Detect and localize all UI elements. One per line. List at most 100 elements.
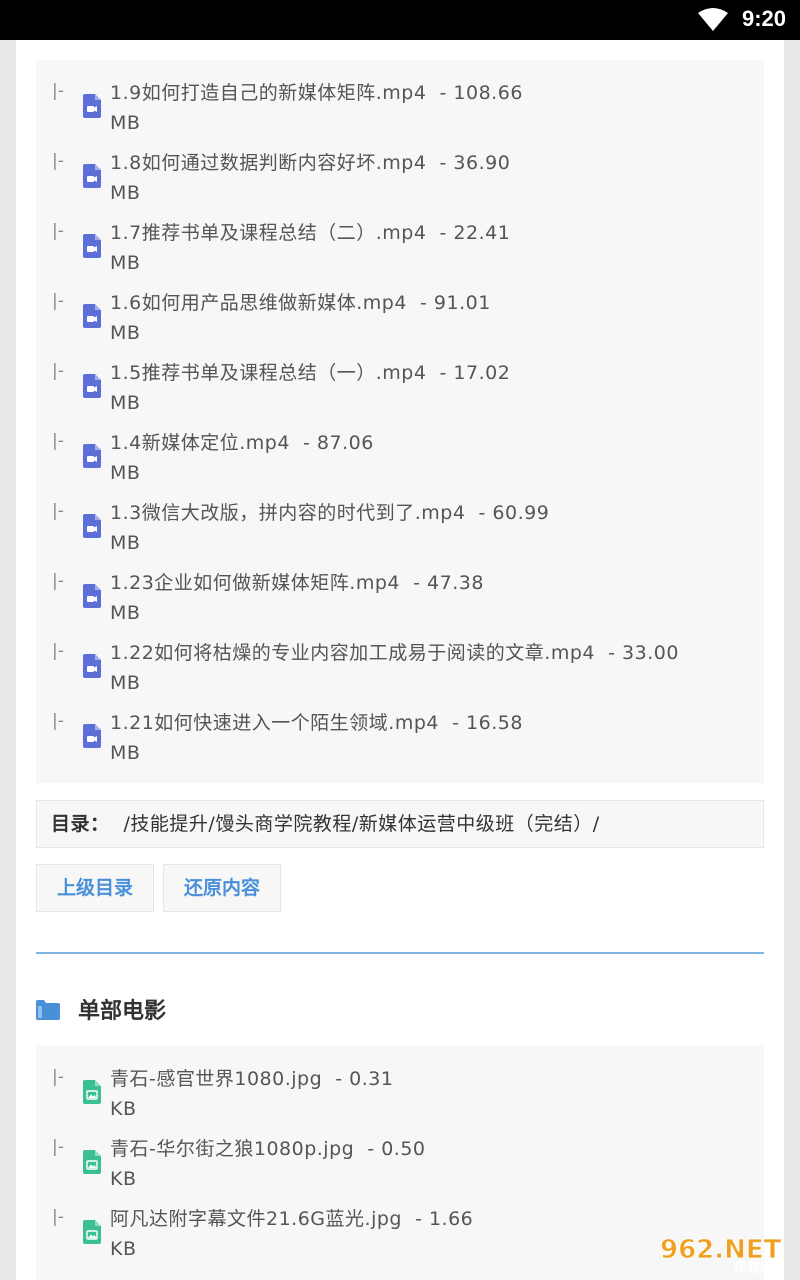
path-value: /技能提升/馒头商学院教程/新媒体运营中级班（完结）/	[123, 813, 600, 835]
file-name-link[interactable]: 青石-感官世界1080.jpg - 0.31 KB	[110, 1064, 750, 1124]
image-file-icon	[82, 1080, 102, 1104]
file-size: 36.90	[453, 152, 511, 174]
file-row[interactable]: |- 1.7推荐书单及课程总结（二）.mp4 - 22.41 MB	[36, 200, 764, 274]
file-name-link[interactable]: 1.6如何用产品思维做新媒体.mp4 - 91.01 MB	[110, 288, 750, 348]
file-name[interactable]: 1.9如何打造自己的新媒体矩阵.mp4	[110, 82, 426, 104]
tree-prefix: |-	[52, 291, 64, 311]
file-size-unit: MB	[110, 742, 141, 764]
file-size: 60.99	[492, 502, 550, 524]
image-file-icon	[82, 1150, 102, 1174]
file-row[interactable]: |- 1.6如何用产品思维做新媒体.mp4 - 91.01 MB	[36, 270, 764, 344]
file-name-link[interactable]: 1.22如何将枯燥的专业内容加工成易于阅读的文章.mp4 - 33.00 MB	[110, 638, 750, 698]
file-size: 47.38	[427, 572, 484, 594]
file-size: 87.06	[316, 432, 374, 454]
file-size: 0.31	[349, 1068, 394, 1090]
section-title: 单部电影	[78, 999, 167, 1024]
file-name[interactable]: 青石-华尔街之狼1080p.jpg	[110, 1138, 354, 1160]
file-row[interactable]: |- 1.21如何快速进入一个陌生领域.mp4 - 16.58 MB	[36, 690, 764, 764]
size-separator: -	[413, 572, 421, 594]
folder-icon	[36, 1000, 60, 1020]
file-row[interactable]: |- 1.23企业如何做新媒体矩阵.mp4 - 47.38 MB	[36, 550, 764, 624]
file-row[interactable]: |- 青石-华尔街之狼1080p.jpg - 0.50 KB	[36, 1116, 764, 1190]
tree-prefix: |-	[52, 1207, 64, 1227]
file-name-link[interactable]: 1.4新媒体定位.mp4 - 87.06 MB	[110, 428, 750, 488]
size-separator: -	[420, 292, 428, 314]
file-size: 0.50	[381, 1138, 426, 1160]
file-name[interactable]: 青石-感官世界1080.jpg	[110, 1068, 322, 1090]
size-separator: -	[367, 1138, 375, 1160]
video-file-icon	[82, 94, 102, 118]
file-name[interactable]: 1.7推荐书单及课程总结（二）.mp4	[110, 222, 426, 244]
tree-prefix: |-	[52, 571, 64, 591]
page-content[interactable]: |- 1.9如何打造自己的新媒体矩阵.mp4 - 108.66 MB |- 1.8如何通…	[16, 40, 784, 1280]
video-file-icon	[82, 164, 102, 188]
size-separator: -	[439, 362, 447, 384]
tree-prefix: |-	[52, 361, 64, 381]
video-file-icon	[82, 514, 102, 538]
video-file-icon	[82, 444, 102, 468]
watermark-logo: 962.NET 乐游网	[660, 1235, 782, 1276]
file-name-link[interactable]: 1.21如何快速进入一个陌生领域.mp4 - 16.58 MB	[110, 708, 750, 768]
size-separator: -	[303, 432, 311, 454]
file-size: 22.41	[453, 222, 511, 244]
file-size: 16.58	[466, 712, 523, 734]
video-file-list: |- 1.9如何打造自己的新媒体矩阵.mp4 - 108.66 MB |- 1.8如何通…	[36, 60, 764, 783]
file-row[interactable]: |- 1.8如何通过数据判断内容好坏.mp4 - 36.90 MB	[36, 130, 764, 204]
tree-prefix: |-	[52, 501, 64, 521]
image-file-icon	[82, 1220, 102, 1244]
file-row[interactable]: |- 1.3微信大改版，拼内容的时代到了.mp4 - 60.99 MB	[36, 480, 764, 554]
file-name[interactable]: 1.22如何将枯燥的专业内容加工成易于阅读的文章.mp4	[110, 642, 595, 664]
tree-prefix: |-	[52, 1137, 64, 1157]
size-separator: -	[415, 1208, 423, 1230]
file-name[interactable]: 1.6如何用产品思维做新媒体.mp4	[110, 292, 407, 314]
file-row[interactable]: |- 青石-感官世界1080.jpg - 0.31 KB	[36, 1046, 764, 1120]
video-file-icon	[82, 374, 102, 398]
video-file-icon	[82, 724, 102, 748]
status-time: 9:20	[741, 6, 786, 31]
restore-content-button[interactable]: 还原内容	[163, 864, 281, 912]
file-row[interactable]: |- 1.5推荐书单及课程总结（一）.mp4 - 17.02 MB	[36, 340, 764, 414]
file-size: 1.66	[428, 1208, 474, 1230]
size-separator: -	[335, 1068, 343, 1090]
tree-prefix: |-	[52, 151, 64, 171]
tree-prefix: |-	[52, 221, 64, 241]
file-size: 17.02	[453, 362, 511, 384]
size-separator: -	[439, 82, 447, 104]
tree-prefix: |-	[52, 641, 64, 661]
file-name-link[interactable]: 1.5推荐书单及课程总结（一）.mp4 - 17.02 MB	[110, 358, 750, 418]
tree-prefix: |-	[52, 81, 64, 101]
size-separator: -	[452, 712, 460, 734]
file-size: 108.66	[453, 82, 523, 104]
file-name-link[interactable]: 青石-华尔街之狼1080p.jpg - 0.50 KB	[110, 1134, 750, 1194]
file-name[interactable]: 1.23企业如何做新媒体矩阵.mp4	[110, 572, 400, 594]
file-name[interactable]: 1.21如何快速进入一个陌生领域.mp4	[110, 712, 439, 734]
size-separator: -	[439, 222, 447, 244]
directory-path: 目录： /技能提升/馒头商学院教程/新媒体运营中级班（完结）/	[36, 800, 764, 848]
file-size-unit: KB	[110, 1238, 137, 1260]
watermark-sub: 乐游网	[734, 1260, 773, 1276]
file-row[interactable]: |- 1.9如何打造自己的新媒体矩阵.mp4 - 108.66 MB	[36, 60, 764, 134]
parent-directory-button[interactable]: 上级目录	[36, 864, 154, 912]
file-name-link[interactable]: 1.8如何通过数据判断内容好坏.mp4 - 36.90 MB	[110, 148, 750, 208]
video-file-icon	[82, 584, 102, 608]
path-label: 目录：	[51, 813, 110, 835]
size-separator: -	[478, 502, 486, 524]
video-file-icon	[82, 234, 102, 258]
file-name-link[interactable]: 1.7推荐书单及课程总结（二）.mp4 - 22.41 MB	[110, 218, 750, 278]
file-row[interactable]: |- 1.22如何将枯燥的专业内容加工成易于阅读的文章.mp4 - 33.00 MB	[36, 620, 764, 694]
tree-prefix: |-	[52, 711, 64, 731]
video-file-icon	[82, 304, 102, 328]
section-divider	[36, 952, 764, 954]
file-name-link[interactable]: 1.9如何打造自己的新媒体矩阵.mp4 - 108.66 MB	[110, 78, 750, 138]
file-name[interactable]: 1.5推荐书单及课程总结（一）.mp4	[110, 362, 426, 384]
status-bar: 9:20	[0, 0, 800, 40]
file-name-link[interactable]: 1.23企业如何做新媒体矩阵.mp4 - 47.38 MB	[110, 568, 750, 628]
file-name[interactable]: 1.8如何通过数据判断内容好坏.mp4	[110, 152, 426, 174]
file-name[interactable]: 阿凡达附字幕文件21.6G蓝光.jpg	[110, 1208, 402, 1230]
file-name[interactable]: 1.4新媒体定位.mp4	[110, 432, 290, 454]
wifi-icon	[698, 8, 728, 31]
size-separator: -	[439, 152, 447, 174]
file-name-link[interactable]: 1.3微信大改版，拼内容的时代到了.mp4 - 60.99 MB	[110, 498, 750, 558]
file-name[interactable]: 1.3微信大改版，拼内容的时代到了.mp4	[110, 502, 465, 524]
file-row[interactable]: |- 1.4新媒体定位.mp4 - 87.06 MB	[36, 410, 764, 484]
